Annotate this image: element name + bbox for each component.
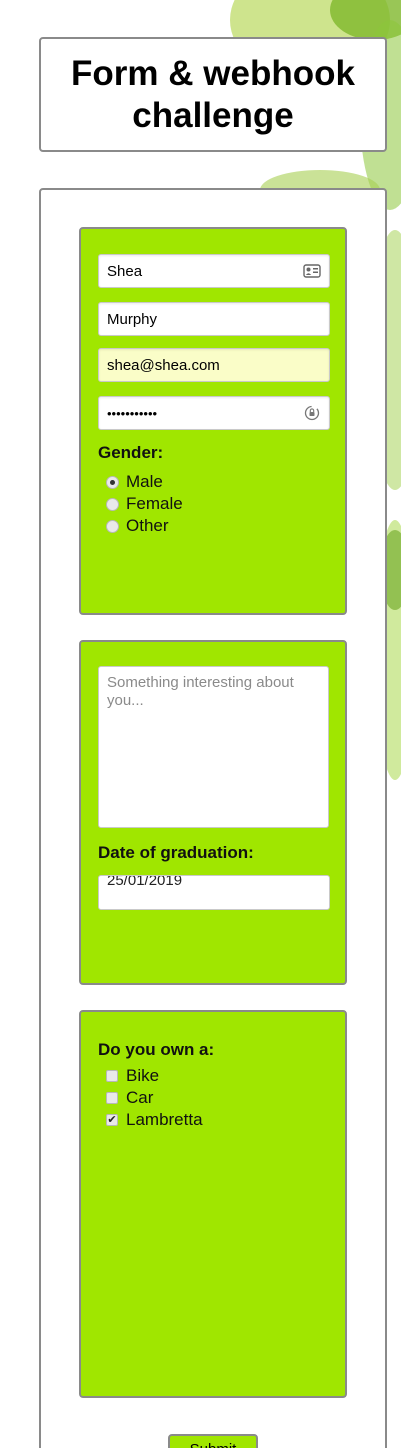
page-title: Form & webhook challenge	[71, 53, 355, 135]
first-name-value: Shea	[107, 262, 143, 280]
ownership-option-car[interactable]: Car	[106, 1087, 153, 1109]
ownership-option-lambretta[interactable]: ✔ Lambretta	[106, 1109, 203, 1131]
contact-card-icon[interactable]	[303, 262, 321, 280]
gender-label: Gender:	[98, 443, 164, 462]
last-name-value: Murphy	[107, 310, 158, 328]
checkbox-bike[interactable]	[106, 1070, 118, 1082]
ownership-label: Do you own a:	[98, 1040, 215, 1059]
ownership-option-label: Bike	[126, 1066, 160, 1085]
graduation-date-input[interactable]: 25/01/2019	[98, 875, 330, 910]
last-name-input[interactable]: Murphy	[98, 302, 330, 336]
checkbox-lambretta[interactable]: ✔	[106, 1114, 118, 1126]
email-value: shea@shea.com	[107, 356, 220, 374]
ownership-option-bike[interactable]: Bike	[106, 1065, 159, 1087]
submit-button[interactable]: Submit	[168, 1434, 258, 1448]
password-value: •••••••••••	[107, 405, 158, 421]
first-name-input[interactable]: Shea	[98, 254, 330, 288]
radio-other[interactable]	[106, 519, 119, 533]
password-input[interactable]: •••••••••••	[98, 396, 330, 430]
gender-option-male[interactable]: Male	[106, 471, 163, 493]
password-key-icon[interactable]	[303, 404, 321, 422]
graduation-label: Date of graduation:	[98, 843, 254, 862]
gender-option-label: Male	[126, 472, 163, 491]
email-input[interactable]: shea@shea.com	[98, 348, 330, 382]
title-card: Form & webhook challenge	[39, 37, 387, 152]
gender-option-label: Female	[126, 494, 183, 513]
gender-option-female[interactable]: Female	[106, 493, 183, 515]
gender-option-other[interactable]: Other	[106, 515, 169, 537]
ownership-option-label: Lambretta	[126, 1110, 203, 1129]
checkbox-car[interactable]	[106, 1092, 118, 1104]
about-placeholder: Something interesting about you...	[107, 674, 294, 709]
graduation-date-value: 25/01/2019	[107, 875, 183, 889]
ownership-option-label: Car	[126, 1088, 154, 1107]
gender-option-label: Other	[126, 516, 169, 535]
radio-female[interactable]	[106, 497, 119, 511]
about-textarea[interactable]: Something interesting about you...	[98, 666, 329, 828]
radio-male[interactable]	[106, 475, 119, 489]
